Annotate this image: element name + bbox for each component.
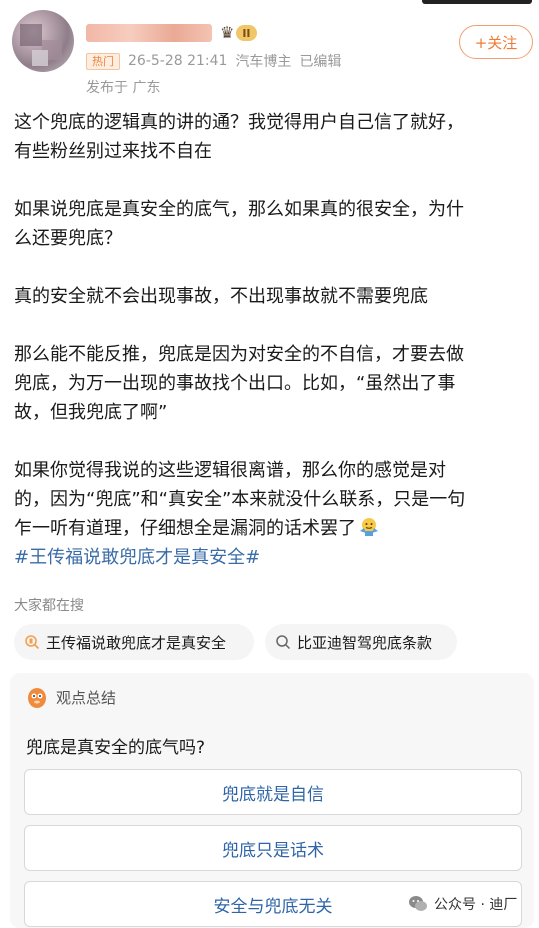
watermark-text: 公众号 · 迪厂 bbox=[434, 897, 518, 913]
search-icon bbox=[276, 635, 291, 650]
post-line: 如果你觉得我说的这些逻辑很离谱，那么你的感觉是对 bbox=[14, 460, 446, 481]
post-line: 真的安全就不会出现事故，不出现事故就不需要兜底 bbox=[14, 286, 428, 307]
search-section-title: 大家都在搜 bbox=[14, 598, 84, 614]
avatar[interactable] bbox=[12, 10, 74, 72]
post-line: 有些粉丝别过来找不自在 bbox=[14, 141, 212, 162]
level-badge: ♛ II bbox=[220, 23, 257, 43]
post-header: ♛ II 热门 26-5-28 21:41 汽车博主 已编辑 发布于 广东 +关… bbox=[0, 0, 539, 100]
post-location: 发布于 广东 bbox=[86, 80, 161, 96]
username[interactable]: ♛ II bbox=[86, 22, 257, 44]
post-line: 那么能不能反推，兜底是因为对安全的不自信，才要去做 bbox=[14, 344, 464, 365]
hot-search-icon bbox=[25, 635, 40, 650]
watermark: 公众号 · 迪厂 bbox=[408, 893, 517, 915]
opinion-summary-card: 观点总结 兜底是真安全的底气吗? 兜底就是自信 兜底只是话术 安全与兜底无关 bbox=[10, 673, 534, 928]
mascot-icon bbox=[28, 688, 46, 708]
post-line: 如果说兜底是真安全的底气，那么如果真的很安全，为什 bbox=[14, 199, 464, 220]
post-datetime: 26-5-28 21:41 bbox=[128, 53, 228, 69]
author-role: 汽车博主 bbox=[235, 54, 292, 70]
summary-title: 观点总结 bbox=[56, 688, 117, 707]
hot-tag: 热门 bbox=[86, 52, 120, 70]
crown-icon: ♛ bbox=[220, 23, 235, 42]
follow-button[interactable]: +关注 bbox=[459, 25, 533, 59]
poll-option[interactable]: 兜底只是话术 bbox=[24, 825, 522, 871]
poll-question: 兜底是真安全的底气吗? bbox=[26, 738, 206, 758]
post-body: 这个兜底的逻辑真的讲的通？我觉得用户自己信了就好， 有些粉丝别过来找不自在 如果… bbox=[14, 108, 526, 572]
post-meta: 热门 26-5-28 21:41 汽车博主 已编辑 bbox=[86, 52, 341, 70]
username-obscured[interactable] bbox=[86, 24, 212, 42]
edited-label: 已编辑 bbox=[299, 54, 342, 70]
post-line: 的，因为“兜底”和“真安全”本来就没什么联系，只是一句 bbox=[14, 489, 466, 510]
post-line: 么还要兜底？ bbox=[14, 228, 122, 249]
search-chip-clause[interactable]: 比亚迪智驾兜底条款 bbox=[265, 624, 457, 660]
search-chip-hot-topic[interactable]: 王传福说敢兜底才是真安全 bbox=[14, 624, 254, 660]
level-pill: II bbox=[236, 25, 257, 41]
post-line: 故，但我兜底了啊” bbox=[14, 402, 168, 423]
post-line: 兜底，为万一出现的事故找个出口。比如，“虽然出了事 bbox=[14, 373, 456, 394]
hashtag-link[interactable]: #王传福说敢兜底才是真安全# bbox=[14, 543, 526, 572]
wechat-icon bbox=[409, 896, 427, 911]
search-chip-label: 比亚迪智驾兜底条款 bbox=[297, 633, 433, 652]
search-chip-label: 王传福说敢兜底才是真安全 bbox=[46, 633, 227, 652]
post-line-text: 乍一听有道理，仔细想全是漏洞的话术罢了 bbox=[14, 518, 356, 539]
shrug-emoji-icon bbox=[360, 518, 378, 536]
summary-header: 观点总结 bbox=[26, 685, 116, 709]
post-line: 这个兜底的逻辑真的讲的通？我觉得用户自己信了就好， bbox=[14, 112, 464, 133]
poll-option[interactable]: 兜底就是自信 bbox=[24, 769, 522, 815]
post-line-with-emoji: 乍一听有道理，仔细想全是漏洞的话术罢了 bbox=[14, 514, 526, 543]
